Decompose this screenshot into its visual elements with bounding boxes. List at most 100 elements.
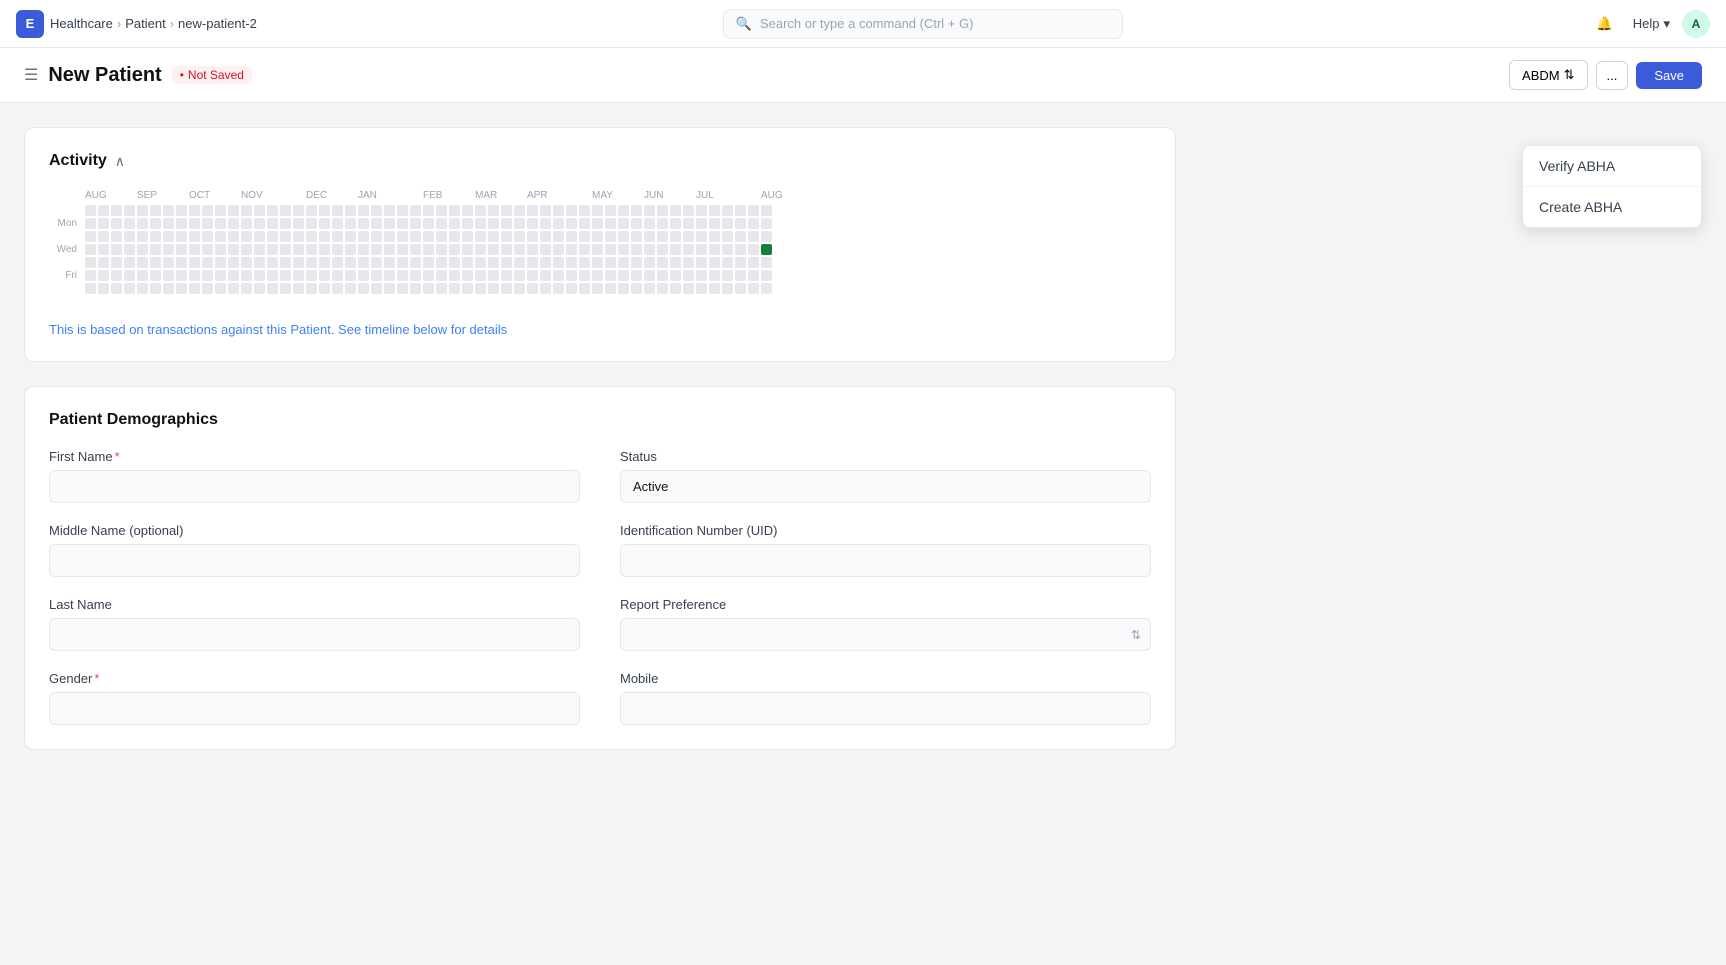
status-input[interactable] [620,470,1151,503]
day-cell [735,205,746,216]
day-cell [358,218,369,229]
day-cell [98,231,109,242]
breadcrumb-healthcare[interactable]: Healthcare [50,16,113,31]
day-cell [670,257,681,268]
day-cell [579,257,590,268]
required-star: * [115,449,120,464]
day-cell [670,218,681,229]
search-icon: 🔍 [736,16,752,32]
day-cell [410,231,421,242]
notifications-button[interactable]: 🔔 [1589,8,1621,40]
more-options-button[interactable]: ... [1596,61,1629,90]
demographics-title: Patient Demographics [49,411,1151,429]
day-cell [98,283,109,294]
day-cell [280,231,291,242]
day-cell [748,283,759,294]
mobile-input[interactable] [620,692,1151,725]
day-cell [722,283,733,294]
report-pref-group: Report Preference [620,597,1151,651]
day-cell [527,218,538,229]
breadcrumb-current[interactable]: new-patient-2 [178,16,257,31]
day-cell [293,205,304,216]
day-cell [644,244,655,255]
day-cell [384,218,395,229]
report-pref-select[interactable] [620,618,1151,651]
last-name-label: Last Name [49,597,580,612]
day-cell [189,270,200,281]
day-cell [709,244,720,255]
day-cell [371,231,382,242]
day-cell [410,283,421,294]
save-button[interactable]: Save [1636,62,1702,89]
day-cell [358,270,369,281]
day-cell [98,270,109,281]
day-cell [540,270,551,281]
day-cell [215,231,226,242]
uid-input[interactable] [620,544,1151,577]
app-icon: E [16,10,44,38]
day-cell [306,205,317,216]
day-cell [540,205,551,216]
uid-label: Identification Number (UID) [620,523,1151,538]
day-cell [514,270,525,281]
day-cell [215,283,226,294]
uid-group: Identification Number (UID) [620,523,1151,577]
day-cell [488,218,499,229]
day-cell [683,257,694,268]
day-cell [423,205,434,216]
day-cell [735,270,746,281]
day-cell [137,283,148,294]
day-cell [514,283,525,294]
day-cell [501,257,512,268]
day-cell [709,283,720,294]
day-cell [228,257,239,268]
day-cell [423,231,434,242]
gender-label: Gender* [49,671,580,686]
day-cell [241,231,252,242]
day-cell [696,231,707,242]
day-cell [722,270,733,281]
breadcrumb-patient[interactable]: Patient [125,16,165,31]
day-cell [111,231,122,242]
help-button[interactable]: Help ▾ [1633,16,1670,32]
day-cell [488,231,499,242]
activity-header: Activity ∧ [49,152,1151,170]
gender-input[interactable] [49,692,580,725]
day-cell [293,244,304,255]
day-cell [137,218,148,229]
day-cell [735,244,746,255]
day-cell [540,283,551,294]
menu-toggle-button[interactable]: ☰ [24,65,38,85]
day-cell [163,218,174,229]
day-cell [176,231,187,242]
last-name-input[interactable] [49,618,580,651]
day-cell [462,283,473,294]
day-cell [618,283,629,294]
day-cell [280,244,291,255]
day-cell [358,205,369,216]
day-cell [358,231,369,242]
first-name-input[interactable] [49,470,580,503]
day-cell [540,218,551,229]
collapse-icon[interactable]: ∧ [115,153,125,170]
day-cell [293,270,304,281]
day-cell [202,270,213,281]
day-cell [150,257,161,268]
day-cell [657,218,668,229]
day-cell [683,218,694,229]
day-cell [267,270,278,281]
day-cell [267,283,278,294]
day-cell [306,283,317,294]
day-cell [267,205,278,216]
day-cell [371,218,382,229]
create-abha-item[interactable]: Create ABHA [1523,186,1701,227]
day-cell [462,205,473,216]
day-cell [98,257,109,268]
verify-abha-item[interactable]: Verify ABHA [1523,146,1701,186]
day-cell [553,244,564,255]
abdm-button[interactable]: ABDM ⇅ [1509,60,1587,90]
avatar[interactable]: A [1682,10,1710,38]
middle-name-input[interactable] [49,544,580,577]
day-cell [150,283,161,294]
search-box[interactable]: 🔍 Search or type a command (Ctrl + G) [723,9,1123,39]
